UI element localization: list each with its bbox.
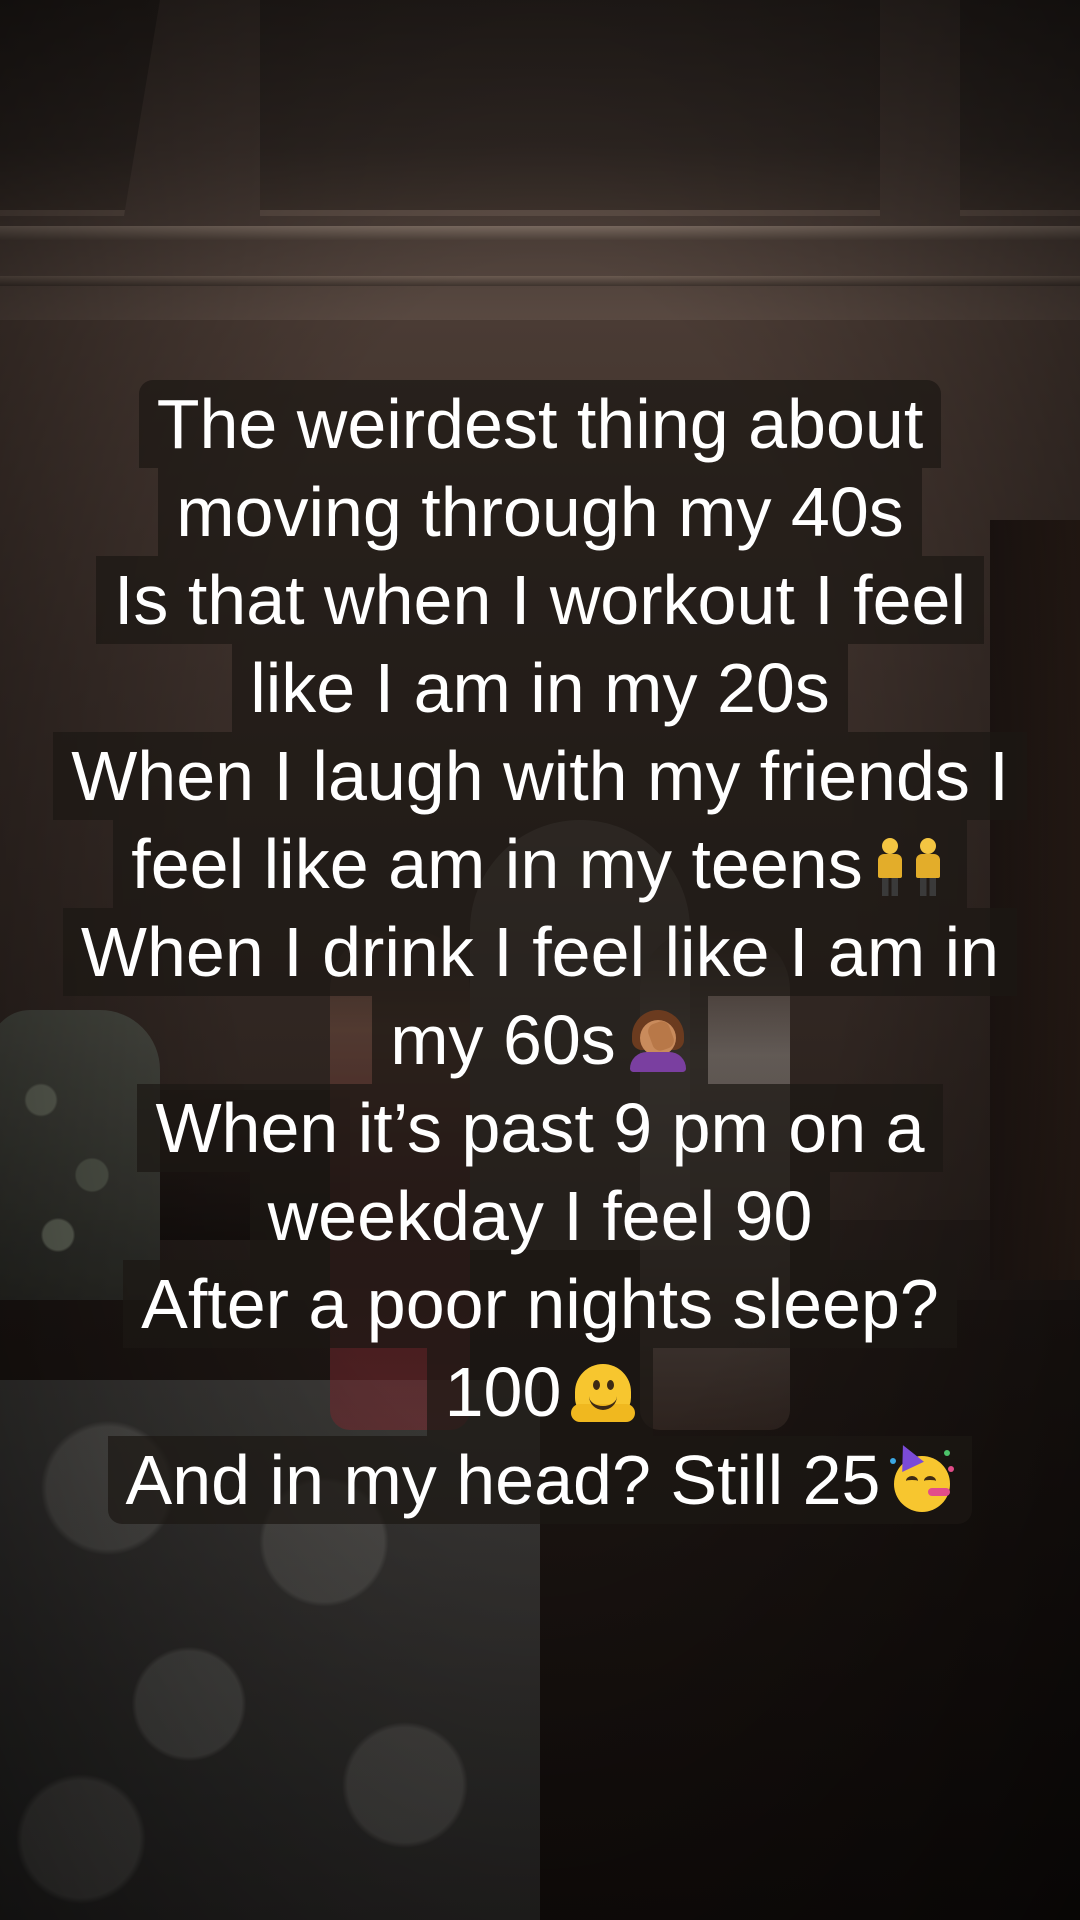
caption-line: weekday I feel 90 [249,1172,831,1260]
caption-text: When it’s past 9 pm on a [155,1089,925,1167]
caption-line: 100 [426,1348,654,1436]
caption-text: When I laugh with my friends I [71,737,1009,815]
caption-text: Is that when I workout I feel [113,561,967,639]
partying-face-icon [890,1440,955,1512]
caption-text: The weirdest thing about [156,385,924,463]
caption-text: my 60s [390,1001,616,1079]
caption-overlay: The weirdest thing about moving through … [0,380,1080,1524]
caption-text: After a poor nights sleep? [141,1265,939,1343]
caption-line: And in my head? Still 25 [107,1436,973,1524]
caption-line: When I drink I feel like I am in [62,908,1018,996]
caption-line: When it’s past 9 pm on a [137,1084,943,1172]
caption-text: moving through my 40s [176,473,904,551]
caption-line: When I laugh with my friends I [53,732,1027,820]
caption-line: Is that when I workout I feel [95,556,985,644]
caption-line: moving through my 40s [158,468,922,556]
caption-line: After a poor nights sleep? [123,1260,957,1348]
caption-text: weekday I feel 90 [267,1177,813,1255]
caption-line: my 60s [372,996,708,1084]
caption-text: like I am in my 20s [250,649,830,727]
video-frame: The weirdest thing about moving through … [0,0,1080,1920]
caption-text: When I drink I feel like I am in [80,913,1000,991]
caption-line: feel like am in my teens [113,820,967,908]
woman-facepalming-icon [626,1008,690,1072]
melting-face-icon [571,1360,636,1424]
caption-text: feel like am in my teens [131,825,863,903]
caption-text: 100 [444,1353,562,1431]
caption-text: And in my head? Still 25 [125,1441,881,1519]
caption-line: The weirdest thing about [138,380,942,468]
women-with-bunny-ears-icon [873,832,949,896]
caption-line: like I am in my 20s [232,644,848,732]
